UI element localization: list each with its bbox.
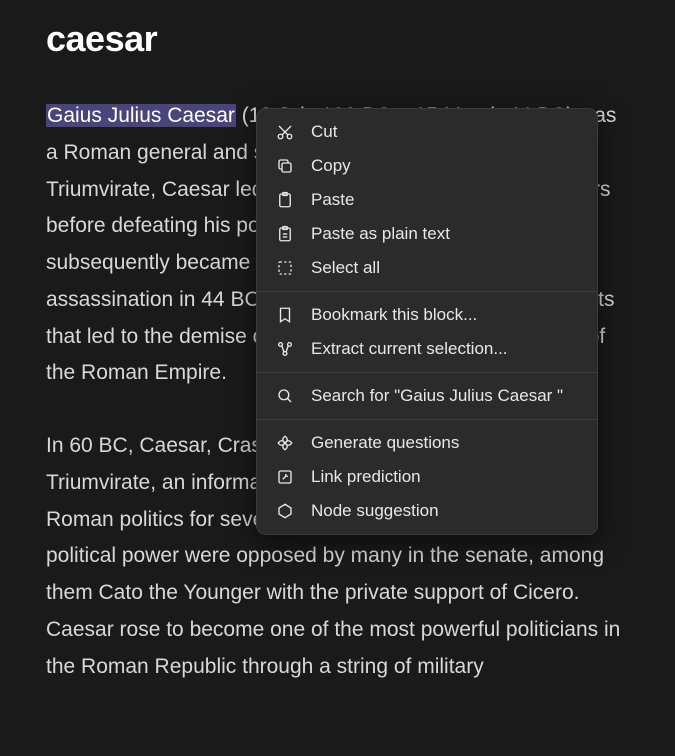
menu-search-label: Search for "Gaius Julius Caesar " [311, 386, 563, 406]
extract-icon [275, 339, 295, 359]
bookmark-icon [275, 305, 295, 325]
generate-icon [275, 433, 295, 453]
menu-select-all-label: Select all [311, 258, 380, 278]
context-menu: Cut Copy Paste Paste as plain te [256, 108, 598, 535]
menu-select-all[interactable]: Select all [257, 251, 597, 285]
node-suggestion-icon [275, 501, 295, 521]
menu-node-suggestion-label: Node suggestion [311, 501, 439, 521]
page-title: caesar [46, 18, 629, 60]
text-selection[interactable]: Gaius Julius Caesar [46, 104, 236, 127]
menu-cut[interactable]: Cut [257, 115, 597, 149]
menu-copy-label: Copy [311, 156, 351, 176]
paste-plain-icon [275, 224, 295, 244]
menu-extract-label: Extract current selection... [311, 339, 508, 359]
menu-paste[interactable]: Paste [257, 183, 597, 217]
menu-search[interactable]: Search for "Gaius Julius Caesar " [257, 379, 597, 413]
menu-bookmark[interactable]: Bookmark this block... [257, 298, 597, 332]
menu-extract[interactable]: Extract current selection... [257, 332, 597, 366]
menu-link-prediction-label: Link prediction [311, 467, 421, 487]
menu-generate-label: Generate questions [311, 433, 459, 453]
menu-cut-label: Cut [311, 122, 337, 142]
menu-paste-label: Paste [311, 190, 354, 210]
copy-icon [275, 156, 295, 176]
menu-paste-plain[interactable]: Paste as plain text [257, 217, 597, 251]
menu-separator [257, 372, 597, 373]
menu-paste-plain-label: Paste as plain text [311, 224, 450, 244]
menu-link-prediction[interactable]: Link prediction [257, 460, 597, 494]
menu-generate-questions[interactable]: Generate questions [257, 426, 597, 460]
menu-node-suggestion[interactable]: Node suggestion [257, 494, 597, 528]
menu-copy[interactable]: Copy [257, 149, 597, 183]
select-all-icon [275, 258, 295, 278]
search-icon [275, 386, 295, 406]
menu-bookmark-label: Bookmark this block... [311, 305, 477, 325]
menu-separator [257, 291, 597, 292]
menu-separator [257, 419, 597, 420]
link-prediction-icon [275, 467, 295, 487]
cut-icon [275, 122, 295, 142]
paste-icon [275, 190, 295, 210]
